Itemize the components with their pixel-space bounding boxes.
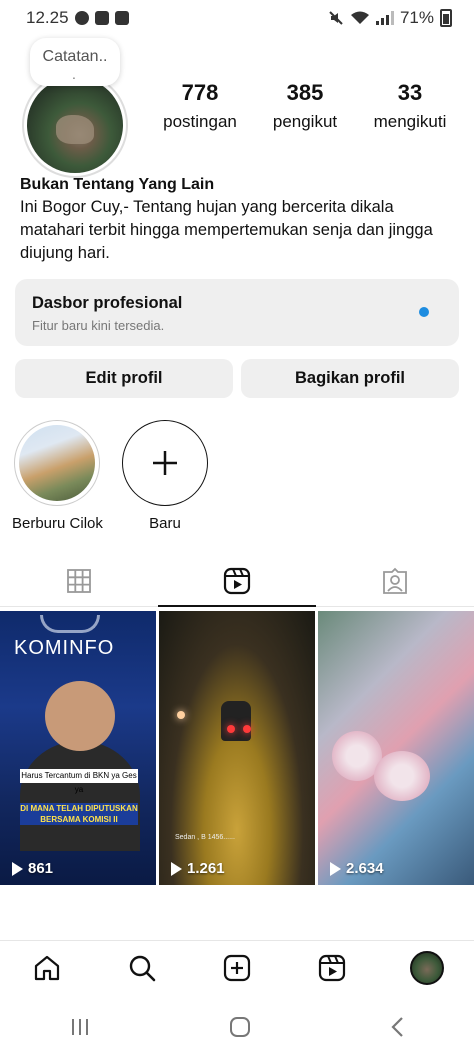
gallery-icon xyxy=(94,11,109,25)
nav-create[interactable] xyxy=(217,948,257,988)
status-bar-left: 12.25 xyxy=(26,8,129,28)
view-count: 861 xyxy=(12,860,53,877)
reels-icon xyxy=(318,954,345,981)
create-icon xyxy=(223,954,251,981)
view-count: 1.261 xyxy=(171,860,225,877)
back-icon[interactable] xyxy=(389,1016,405,1038)
stat-following-label: mengikuti xyxy=(373,112,447,131)
mute-icon xyxy=(329,11,343,25)
highlight-new-label: Baru xyxy=(149,515,181,532)
stat-followers[interactable]: 385 pengikut xyxy=(255,80,355,132)
profile-avatar xyxy=(409,950,444,985)
tab-posts[interactable] xyxy=(0,555,158,606)
tab-reels[interactable] xyxy=(158,555,316,607)
tail-light xyxy=(227,725,235,733)
signal-icon xyxy=(375,11,394,25)
profile-bio: Ini Bogor Cuy,- Tentang hujan yang berce… xyxy=(20,198,433,262)
bottom-nav xyxy=(0,940,474,994)
stat-posts-label: postingan xyxy=(163,112,237,131)
recent-apps-icon[interactable] xyxy=(69,1017,91,1037)
profile-tabs xyxy=(0,555,474,607)
view-count-value: 2.634 xyxy=(346,860,384,877)
grid-icon xyxy=(67,568,91,593)
highlight-cover xyxy=(19,425,95,501)
dashboard-title: Dasbor profesional xyxy=(32,294,183,312)
reel-caption-2: DI MANA TELAH DIPUTUSKAN BERSAMA KOMISI … xyxy=(20,803,138,825)
dashboard-subtitle: Fitur baru kini tersedia. xyxy=(32,318,165,333)
share-profile-button[interactable]: Bagikan profil xyxy=(241,359,459,398)
play-icon xyxy=(12,861,23,876)
nav-profile[interactable] xyxy=(407,948,447,988)
reel-caption: Harus Tercantum di BKN ya Ges ya xyxy=(20,769,138,794)
stat-posts-count: 778 xyxy=(181,80,219,105)
whatsapp-icon xyxy=(74,11,89,25)
reel-thumbnail[interactable]: 2.634 xyxy=(318,611,474,885)
tab-tagged[interactable] xyxy=(316,555,474,606)
home-icon xyxy=(35,955,60,980)
note-bubble[interactable]: Catatan.. xyxy=(30,38,120,86)
stat-followers-label: pengikut xyxy=(272,112,338,131)
stat-posts[interactable]: 778 postingan xyxy=(150,80,250,132)
plus-icon xyxy=(122,420,208,506)
system-nav xyxy=(0,1000,474,1053)
food-bowl xyxy=(374,751,430,801)
nav-reels[interactable] xyxy=(312,948,352,988)
highlight-berburu-cilok[interactable]: Berburu Cilok xyxy=(12,420,103,532)
wifi-icon xyxy=(350,11,369,24)
view-count-value: 1.261 xyxy=(187,860,225,877)
reel-person-head xyxy=(45,681,115,751)
profile-stats: 778 postingan 385 pengikut 33 mengikuti xyxy=(150,80,460,132)
reel-brand-text: KOMINFO xyxy=(14,637,115,659)
tail-light xyxy=(243,725,251,733)
professional-dashboard[interactable]: Dasbor profesional Fitur baru kini terse… xyxy=(15,279,459,346)
play-icon xyxy=(171,861,182,876)
view-count: 2.634 xyxy=(330,860,384,877)
clock: 12.25 xyxy=(26,8,69,27)
highlight-new[interactable]: Baru xyxy=(120,420,210,532)
edit-profile-button[interactable]: Edit profil xyxy=(15,359,233,398)
highlight-label: Berburu Cilok xyxy=(12,515,103,532)
reel-rider xyxy=(221,701,251,741)
play-icon xyxy=(330,861,341,876)
nav-home[interactable] xyxy=(27,948,67,988)
reels-grid: KOMINFO Harus Tercantum di BKN ya Ges ya… xyxy=(0,611,474,885)
battery-icon xyxy=(440,9,452,27)
stat-following-count: 33 xyxy=(397,80,423,105)
status-bar: 12.25 71% xyxy=(0,0,474,36)
note-text: Catatan.. xyxy=(42,48,108,65)
profile-name: Bukan Tentang Yang Lain xyxy=(20,176,215,193)
status-bar-right: 71% xyxy=(328,8,452,28)
highlight-ring xyxy=(14,420,100,506)
battery-percent: 71% xyxy=(399,8,434,27)
check-icon xyxy=(114,11,129,25)
stat-following[interactable]: 33 mengikuti xyxy=(360,80,460,132)
stat-followers-count: 385 xyxy=(286,80,324,105)
reel-thumbnail[interactable]: Sedan , B 1456...... 1.261 xyxy=(159,611,315,885)
street-light xyxy=(177,711,185,719)
reel-thumbnail[interactable]: KOMINFO Harus Tercantum di BKN ya Ges ya… xyxy=(0,611,156,885)
kominfo-logo xyxy=(40,615,100,633)
profile-avatar[interactable] xyxy=(22,72,128,178)
notification-dot xyxy=(419,307,429,317)
view-count-value: 861 xyxy=(28,860,54,877)
profile-photo xyxy=(27,77,123,173)
search-icon xyxy=(129,955,156,981)
reels-icon xyxy=(223,567,251,594)
tagged-icon xyxy=(383,567,407,594)
reel-note: Sedan , B 1456...... xyxy=(175,834,235,841)
nav-search[interactable] xyxy=(122,948,162,988)
home-button-icon[interactable] xyxy=(229,1016,251,1038)
